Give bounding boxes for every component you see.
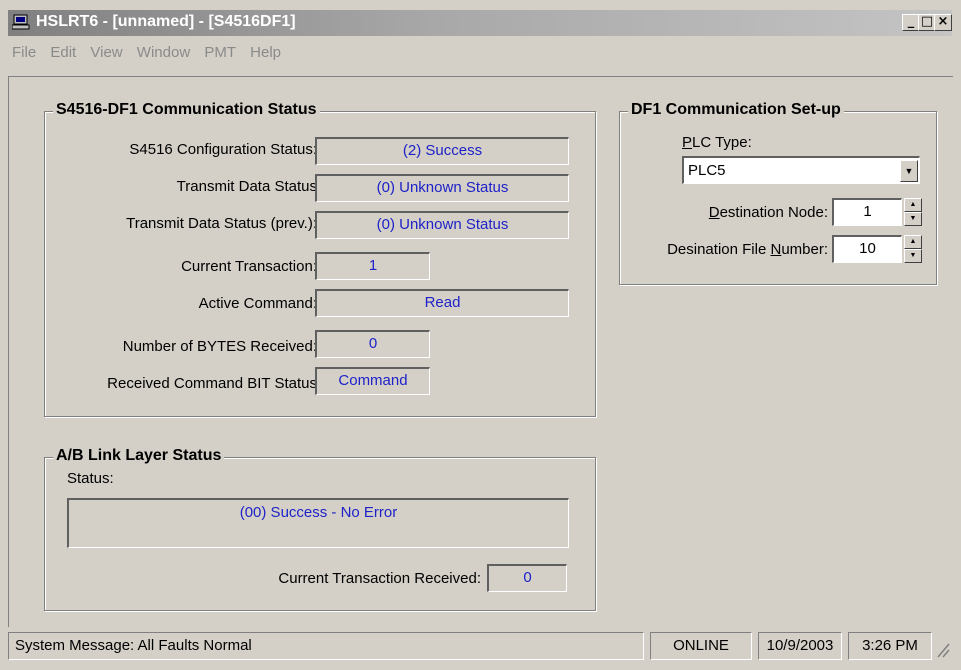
status-time: 3:26 PM [848,632,932,660]
link-layer-group: A/B Link Layer Status Status: (00) Succe… [44,447,596,611]
computer-icon [11,14,30,30]
df1-setup-group: DF1 Communication Set-up PLC Type: PLC5 … [619,101,937,285]
destination-node-label: Destination Node: [708,204,828,221]
command-bit-label: Received Command BIT Status [107,375,317,392]
current-tx-received-value: 0 [487,564,567,592]
menu-edit[interactable]: Edit [50,44,76,61]
config-status-value: (2) Success [315,137,569,165]
current-tx-received-label: Current Transaction Received: [278,570,481,587]
title-bar[interactable]: HSLRT6 - [unnamed] - [S4516DF1] _ □ × [8,10,952,36]
link-status-label: Status: [67,470,114,487]
current-transaction-label: Current Transaction: [181,258,317,275]
plc-type-label: PLC Type: [682,134,752,151]
transmit-status-prev-value: (0) Unknown Status [315,211,569,239]
command-bit-value: Command [315,367,430,395]
comm-status-group: S4516-DF1 Communication Status S4516 Con… [44,101,596,417]
transmit-status-label: Transmit Data Status [176,178,317,195]
plc-type-select[interactable]: PLC5 ▼ [682,156,920,184]
current-transaction-value: 1 [315,252,430,280]
menu-window[interactable]: Window [137,44,190,61]
bytes-received-label: Number of BYTES Received: [122,338,317,355]
destination-file-input[interactable]: 10 [832,235,902,263]
app-window: HSLRT6 - [unnamed] - [S4516DF1] _ □ × Fi… [0,0,961,670]
df1-setup-title: DF1 Communication Set-up [628,101,844,119]
status-mode: ONLINE [650,632,752,660]
menu-view[interactable]: View [90,44,122,61]
spin-up-icon[interactable]: ▲ [904,235,922,249]
menu-bar: File Edit View Window PMT Help [8,44,287,68]
window-title: HSLRT6 - [unnamed] - [S4516DF1] [36,13,296,30]
active-command-label: Active Command: [198,295,317,312]
spin-down-icon[interactable]: ▼ [904,212,922,226]
spin-down-icon[interactable]: ▼ [904,249,922,263]
transmit-status-prev-label: Transmit Data Status (prev.): [126,215,317,232]
client-area: S4516-DF1 Communication Status S4516 Con… [8,76,953,627]
chevron-down-icon[interactable]: ▼ [900,160,918,182]
destination-node-input[interactable]: 1 [832,198,902,226]
system-message: System Message: All Faults Normal [8,632,644,660]
config-status-label: S4516 Configuration Status: [129,141,317,158]
link-layer-title: A/B Link Layer Status [53,447,225,465]
menu-help[interactable]: Help [250,44,281,61]
destination-file-spinner: ▲ ▼ [904,235,922,263]
link-status-value: (00) Success - No Error [67,498,569,548]
transmit-status-value: (0) Unknown Status [315,174,569,202]
status-date: 10/9/2003 [758,632,842,660]
plc-type-value: PLC5 [688,162,726,179]
menu-file[interactable]: File [12,44,36,61]
active-command-value: Read [315,289,569,317]
menu-pmt[interactable]: PMT [204,44,236,61]
bytes-received-value: 0 [315,330,430,358]
spin-up-icon[interactable]: ▲ [904,198,922,212]
status-bar: System Message: All Faults Normal ONLINE… [8,632,952,662]
destination-file-label: Desination File Number: [667,241,828,258]
comm-status-title: S4516-DF1 Communication Status [53,101,320,119]
close-button[interactable]: × [934,14,952,31]
resize-grip-icon[interactable] [936,640,950,662]
destination-node-spinner: ▲ ▼ [904,198,922,226]
